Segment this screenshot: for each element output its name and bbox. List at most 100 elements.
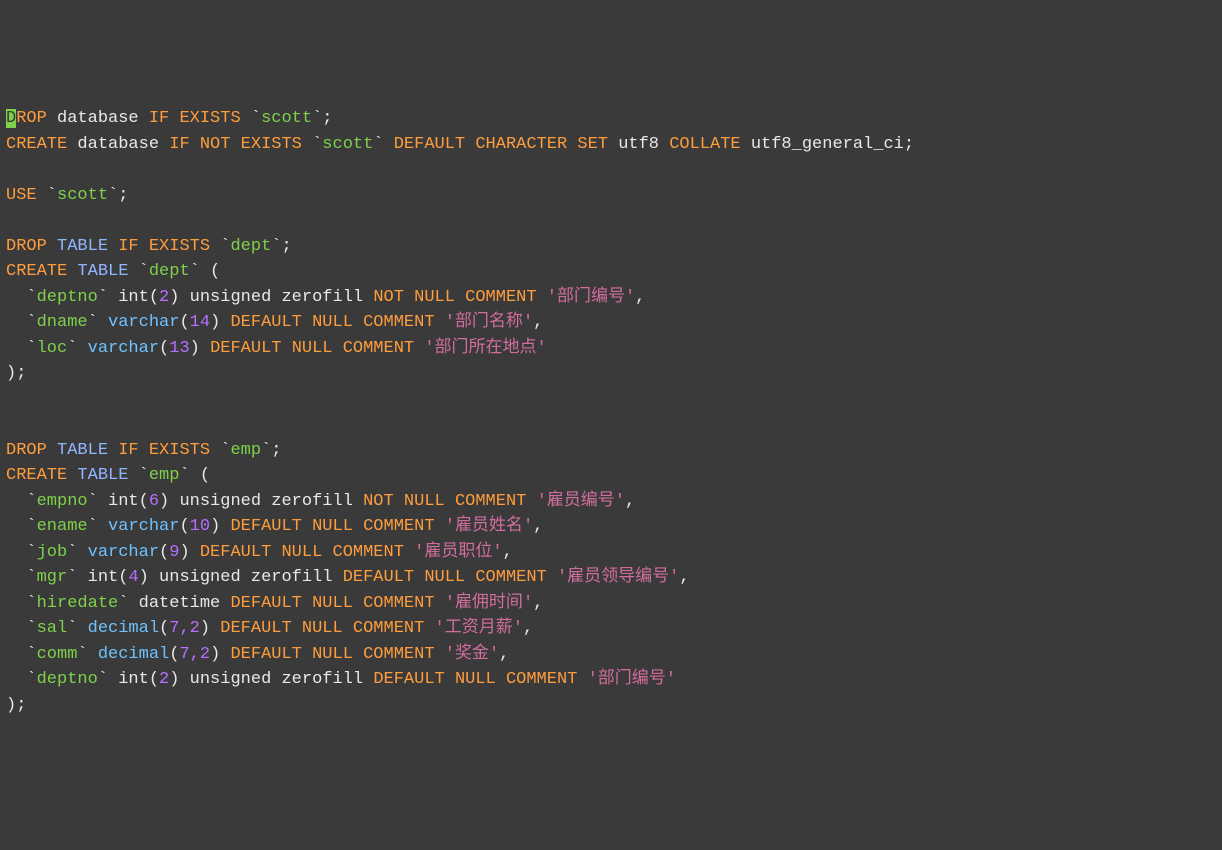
- kw-comment: COMMENT: [343, 339, 414, 358]
- kw-default: DEFAULT: [230, 517, 301, 536]
- col-comment: 雇佣时间: [455, 594, 523, 613]
- kw-default: DEFAULT: [230, 313, 301, 332]
- col-len: 14: [190, 313, 210, 332]
- table-dept: dept: [149, 262, 190, 281]
- kw-comment: COMMENT: [333, 543, 404, 562]
- kw-not: NOT: [363, 492, 394, 511]
- type-decimal: decimal: [88, 619, 159, 638]
- col-sal: sal: [37, 619, 68, 638]
- kw-null: NULL: [404, 492, 445, 511]
- kw-unsigned: unsigned: [159, 568, 241, 587]
- type-varchar: varchar: [88, 543, 159, 562]
- kw-null: NULL: [312, 517, 353, 536]
- kw-default: DEFAULT: [230, 594, 301, 613]
- col-len: 2: [159, 670, 169, 689]
- kw-create: CREATE: [6, 262, 67, 281]
- kw-drop: DROP: [6, 441, 47, 460]
- db-name: scott: [57, 186, 108, 205]
- col-mgr: mgr: [37, 568, 68, 587]
- type-decimal: decimal: [98, 645, 169, 664]
- kw-comment: COMMENT: [506, 670, 577, 689]
- kw-comment: COMMENT: [363, 313, 434, 332]
- col-job: job: [37, 543, 68, 562]
- kw-not: NOT: [200, 135, 231, 154]
- kw-create: CREATE: [6, 135, 67, 154]
- type-datetime: datetime: [139, 594, 221, 613]
- kw-comment: COMMENT: [465, 288, 536, 307]
- type-varchar: varchar: [88, 339, 159, 358]
- kw-create: CREATE: [6, 466, 67, 485]
- kw-drop: ROP: [16, 109, 47, 128]
- kw-if: IF: [118, 441, 138, 460]
- kw-zerofill: zerofill: [281, 288, 363, 307]
- kw-table: TABLE: [77, 466, 128, 485]
- col-len: 9: [169, 543, 179, 562]
- col-len: 10: [190, 517, 210, 536]
- kw-zerofill: zerofill: [251, 568, 333, 587]
- kw-not: NOT: [373, 288, 404, 307]
- charset: utf8: [618, 135, 659, 154]
- type-int: int: [108, 492, 139, 511]
- kw-default: DEFAULT: [373, 670, 444, 689]
- kw-null: NULL: [281, 543, 322, 562]
- kw-use: USE: [6, 186, 37, 205]
- kw-table: TABLE: [57, 441, 108, 460]
- kw-if: IF: [118, 237, 138, 256]
- col-len: 7,2: [179, 645, 210, 664]
- kw-exists: EXISTS: [149, 441, 210, 460]
- col-loc: loc: [37, 339, 68, 358]
- kw-null: NULL: [302, 619, 343, 638]
- col-comment: 部门名称: [455, 313, 523, 332]
- kw-database: database: [57, 109, 139, 128]
- kw-table: TABLE: [77, 262, 128, 281]
- col-comment: 部门所在地点: [435, 339, 537, 358]
- col-len: 13: [169, 339, 189, 358]
- sql-code-block: DROP database IF EXISTS `scott`; CREATE …: [6, 106, 1216, 718]
- col-len: 4: [128, 568, 138, 587]
- kw-unsigned: unsigned: [190, 288, 272, 307]
- kw-if: IF: [169, 135, 189, 154]
- kw-null: NULL: [312, 313, 353, 332]
- kw-default: DEFAULT: [210, 339, 281, 358]
- kw-null: NULL: [312, 645, 353, 664]
- col-len: 2: [159, 288, 169, 307]
- col-comment: 奖金: [455, 645, 489, 664]
- col-comment: 雇员姓名: [455, 517, 523, 536]
- kw-comment: COMMENT: [353, 619, 424, 638]
- kw-default: DEFAULT: [343, 568, 414, 587]
- table-emp: emp: [230, 441, 261, 460]
- col-deptno: deptno: [37, 670, 98, 689]
- kw-null: NULL: [455, 670, 496, 689]
- kw-table: TABLE: [57, 237, 108, 256]
- col-deptno: deptno: [37, 288, 98, 307]
- kw-null: NULL: [292, 339, 333, 358]
- col-dname: dname: [37, 313, 88, 332]
- cursor: D: [6, 109, 16, 128]
- kw-comment: COMMENT: [363, 517, 434, 536]
- table-dept: dept: [230, 237, 271, 256]
- type-varchar: varchar: [108, 313, 179, 332]
- kw-exists: EXISTS: [149, 237, 210, 256]
- kw-comment: COMMENT: [475, 568, 546, 587]
- kw-default: DEFAULT: [200, 543, 271, 562]
- kw-zerofill: zerofill: [281, 670, 363, 689]
- kw-character: CHARACTER: [475, 135, 567, 154]
- kw-drop: DROP: [6, 237, 47, 256]
- table-emp: emp: [149, 466, 180, 485]
- kw-comment: COMMENT: [363, 645, 434, 664]
- kw-unsigned: unsigned: [190, 670, 272, 689]
- kw-collate: COLLATE: [669, 135, 740, 154]
- col-comment: 部门编号: [557, 288, 625, 307]
- col-comm: comm: [37, 645, 78, 664]
- col-len: 6: [149, 492, 159, 511]
- kw-comment: COMMENT: [455, 492, 526, 511]
- type-int: int: [118, 670, 149, 689]
- col-ename: ename: [37, 517, 88, 536]
- col-comment: 雇员编号: [547, 492, 615, 511]
- kw-unsigned: unsigned: [179, 492, 261, 511]
- kw-database: database: [77, 135, 159, 154]
- type-int: int: [118, 288, 149, 307]
- db-name: scott: [261, 109, 312, 128]
- kw-null: NULL: [424, 568, 465, 587]
- kw-exists: EXISTS: [241, 135, 302, 154]
